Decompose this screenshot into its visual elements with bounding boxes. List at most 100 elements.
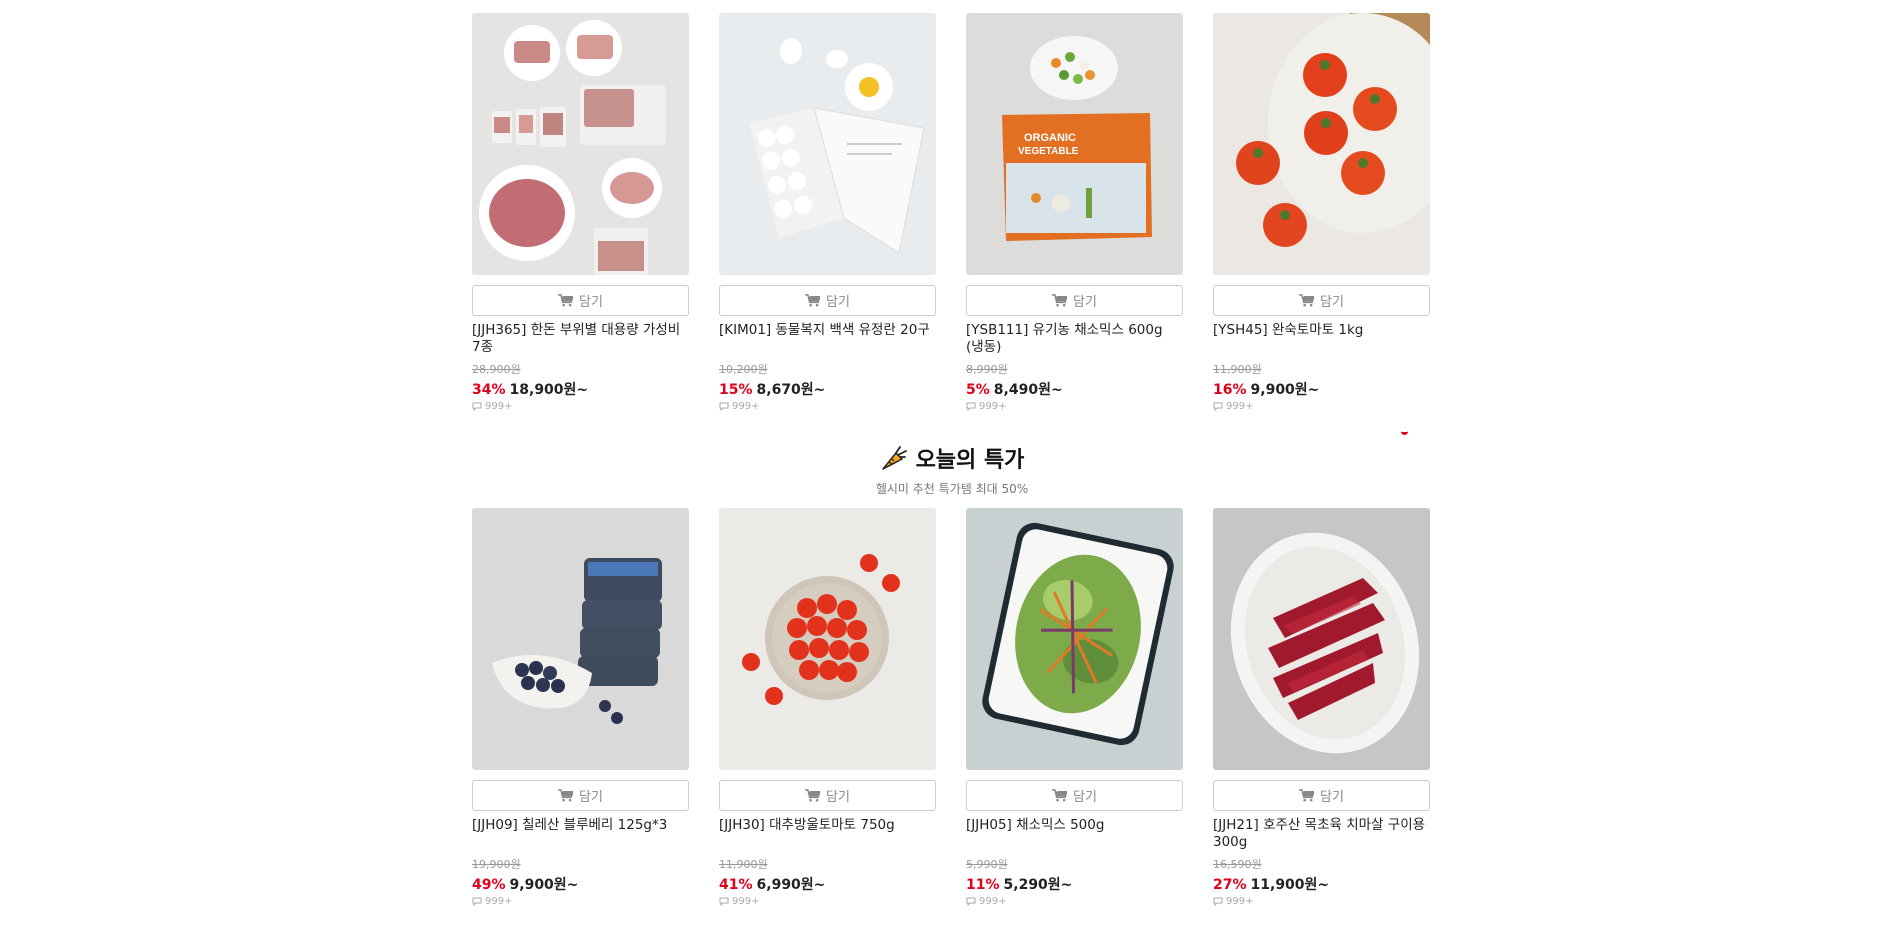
add-to-cart-button[interactable]: 담기 bbox=[472, 780, 689, 811]
discount-rate: 16% bbox=[1213, 382, 1247, 398]
product-card[interactable]: 담기 [YSH45] 완숙토마토 1kg 11,900원 16% 9,900원~ … bbox=[1213, 13, 1430, 412]
speech-bubble-icon bbox=[719, 402, 729, 411]
product-image-cherry-tomatoes[interactable] bbox=[719, 508, 936, 770]
original-price: 11,900원 bbox=[719, 858, 768, 871]
speech-bubble-icon bbox=[966, 897, 976, 906]
price-row: 15% 8,670원~ bbox=[719, 379, 936, 398]
product-card[interactable]: 담기 [JJH05] 채소믹스 500g 5,990원 11% 5,290원~ 9… bbox=[966, 508, 1183, 907]
review-count: 999+ bbox=[472, 401, 689, 412]
page: 담기 [JJH365] 한돈 부위별 대용량 가성비 7종 28,900원 34… bbox=[0, 0, 1904, 947]
discount-rate: 49% bbox=[472, 877, 506, 893]
review-count-label: 999+ bbox=[485, 401, 513, 412]
price-row: 11% 5,290원~ bbox=[966, 874, 1183, 893]
sale-price: 8,490원~ bbox=[993, 382, 1063, 398]
original-price: 19,900원 bbox=[472, 858, 521, 871]
add-to-cart-button[interactable]: 담기 bbox=[966, 285, 1183, 316]
review-count-label: 999+ bbox=[979, 896, 1007, 907]
section-subtitle: 헬시미 추천 특가템 최대 50% bbox=[875, 482, 1029, 496]
add-to-cart-button[interactable]: 담기 bbox=[472, 285, 689, 316]
add-to-cart-button[interactable]: 담기 bbox=[1213, 285, 1430, 316]
price-row: 49% 9,900원~ bbox=[472, 874, 689, 893]
product-name[interactable]: [JJH365] 한돈 부위별 대용량 가성비 7종 bbox=[472, 322, 689, 356]
product-name[interactable]: [YSH45] 완숙토마토 1kg bbox=[1213, 322, 1430, 356]
sale-price: 9,900원~ bbox=[509, 877, 579, 893]
product-name[interactable]: [JJH05] 채소믹스 500g bbox=[966, 817, 1183, 851]
svg-text:VEGETABLE: VEGETABLE bbox=[1018, 146, 1079, 157]
price-row: 34% 18,900원~ bbox=[472, 379, 689, 398]
original-price: 11,900원 bbox=[1213, 363, 1262, 376]
discount-rate: 15% bbox=[719, 382, 753, 398]
add-to-cart-label: 담기 bbox=[1073, 295, 1097, 310]
carrot-icon bbox=[881, 446, 907, 470]
add-to-cart-label: 담기 bbox=[579, 295, 603, 310]
speech-bubble-icon bbox=[719, 897, 729, 906]
add-to-cart-button[interactable]: 담기 bbox=[719, 780, 936, 811]
cart-icon bbox=[1299, 789, 1315, 802]
product-name[interactable]: [JJH09] 칠레산 블루베리 125g*3 bbox=[472, 817, 689, 851]
add-to-cart-button[interactable]: 담기 bbox=[1213, 780, 1430, 811]
review-count: 999+ bbox=[472, 896, 689, 907]
review-count-label: 999+ bbox=[979, 401, 1007, 412]
section-title: 오늘의 특가 bbox=[880, 442, 1025, 474]
product-card[interactable]: 담기 [KIM01] 동물복지 백색 유정란 20구 10,200원 15% 8,… bbox=[719, 13, 936, 412]
add-to-cart-button[interactable]: 담기 bbox=[719, 285, 936, 316]
product-image-pork-cuts[interactable] bbox=[472, 13, 689, 275]
product-image-eggs[interactable] bbox=[719, 13, 936, 275]
product-image-beef-skirt[interactable] bbox=[1213, 508, 1430, 770]
review-count: 999+ bbox=[966, 896, 1183, 907]
review-count-label: 999+ bbox=[1226, 896, 1254, 907]
review-count: 999+ bbox=[1213, 896, 1430, 907]
review-count: 999+ bbox=[966, 401, 1183, 412]
review-count: 999+ bbox=[1213, 401, 1430, 412]
price-row: 41% 6,990원~ bbox=[719, 874, 936, 893]
speech-bubble-icon bbox=[1213, 402, 1223, 411]
cart-icon bbox=[1052, 789, 1068, 802]
discount-rate: 41% bbox=[719, 877, 753, 893]
speech-bubble-icon bbox=[1213, 897, 1223, 906]
sale-price: 5,290원~ bbox=[1003, 877, 1073, 893]
sale-price: 6,990원~ bbox=[756, 877, 826, 893]
discount-rate: 27% bbox=[1213, 877, 1247, 893]
original-price: 28,900원 bbox=[472, 363, 521, 376]
review-count: 999+ bbox=[719, 896, 936, 907]
product-name[interactable]: [YSB111] 유기농 채소믹스 600g (냉동) bbox=[966, 322, 1183, 356]
product-card[interactable]: 담기 [JJH365] 한돈 부위별 대용량 가성비 7종 28,900원 34… bbox=[472, 13, 689, 412]
section-title-text: 오늘의 특가 bbox=[915, 448, 1025, 473]
price-row: 27% 11,900원~ bbox=[1213, 874, 1430, 893]
cart-icon bbox=[1052, 294, 1068, 307]
discount-rate: 5% bbox=[966, 382, 990, 398]
cart-icon bbox=[805, 294, 821, 307]
product-card[interactable]: 담기 [JJH30] 대추방울토마토 750g 11,900원 41% 6,990… bbox=[719, 508, 936, 907]
decorative-mark bbox=[1401, 426, 1408, 435]
add-to-cart-button[interactable]: 담기 bbox=[966, 780, 1183, 811]
review-count-label: 999+ bbox=[732, 401, 760, 412]
add-to-cart-label: 담기 bbox=[1073, 790, 1097, 805]
add-to-cart-label: 담기 bbox=[1320, 790, 1344, 805]
product-grid-deals: 담기 [JJH09] 칠레산 블루베리 125g*3 19,900원 49% 9,… bbox=[472, 508, 1432, 907]
original-price: 10,200원 bbox=[719, 363, 768, 376]
original-price: 16,590원 bbox=[1213, 858, 1262, 871]
product-card[interactable]: 담기 [JJH09] 칠레산 블루베리 125g*3 19,900원 49% 9,… bbox=[472, 508, 689, 907]
speech-bubble-icon bbox=[472, 402, 482, 411]
add-to-cart-label: 담기 bbox=[1320, 295, 1344, 310]
price-row: 5% 8,490원~ bbox=[966, 379, 1183, 398]
review-count: 999+ bbox=[719, 401, 936, 412]
product-image-blueberries[interactable] bbox=[472, 508, 689, 770]
product-name[interactable]: [JJH30] 대추방울토마토 750g bbox=[719, 817, 936, 851]
sale-price: 8,670원~ bbox=[756, 382, 826, 398]
product-image-tomatoes[interactable] bbox=[1213, 13, 1430, 275]
section-header: 오늘의 특가 헬시미 추천 특가템 최대 50% bbox=[0, 442, 1904, 497]
product-card[interactable]: ORGANIC VEGETABLE 담기 [YSB111] 유기농 채소믹스 6… bbox=[966, 13, 1183, 412]
product-card[interactable]: 담기 [JJH21] 호주산 목초육 치마살 구이용 300g 16,590원 … bbox=[1213, 508, 1430, 907]
product-name[interactable]: [JJH21] 호주산 목초육 치마살 구이용 300g bbox=[1213, 817, 1430, 851]
add-to-cart-label: 담기 bbox=[826, 790, 850, 805]
product-image-salad-mix[interactable] bbox=[966, 508, 1183, 770]
speech-bubble-icon bbox=[472, 897, 482, 906]
sale-price: 9,900원~ bbox=[1250, 382, 1320, 398]
product-image-vegetable-mix[interactable]: ORGANIC VEGETABLE bbox=[966, 13, 1183, 275]
original-price: 5,990원 bbox=[966, 858, 1008, 871]
discount-rate: 34% bbox=[472, 382, 506, 398]
product-grid-top: 담기 [JJH365] 한돈 부위별 대용량 가성비 7종 28,900원 34… bbox=[472, 13, 1432, 412]
product-name[interactable]: [KIM01] 동물복지 백색 유정란 20구 bbox=[719, 322, 936, 356]
cart-icon bbox=[1299, 294, 1315, 307]
